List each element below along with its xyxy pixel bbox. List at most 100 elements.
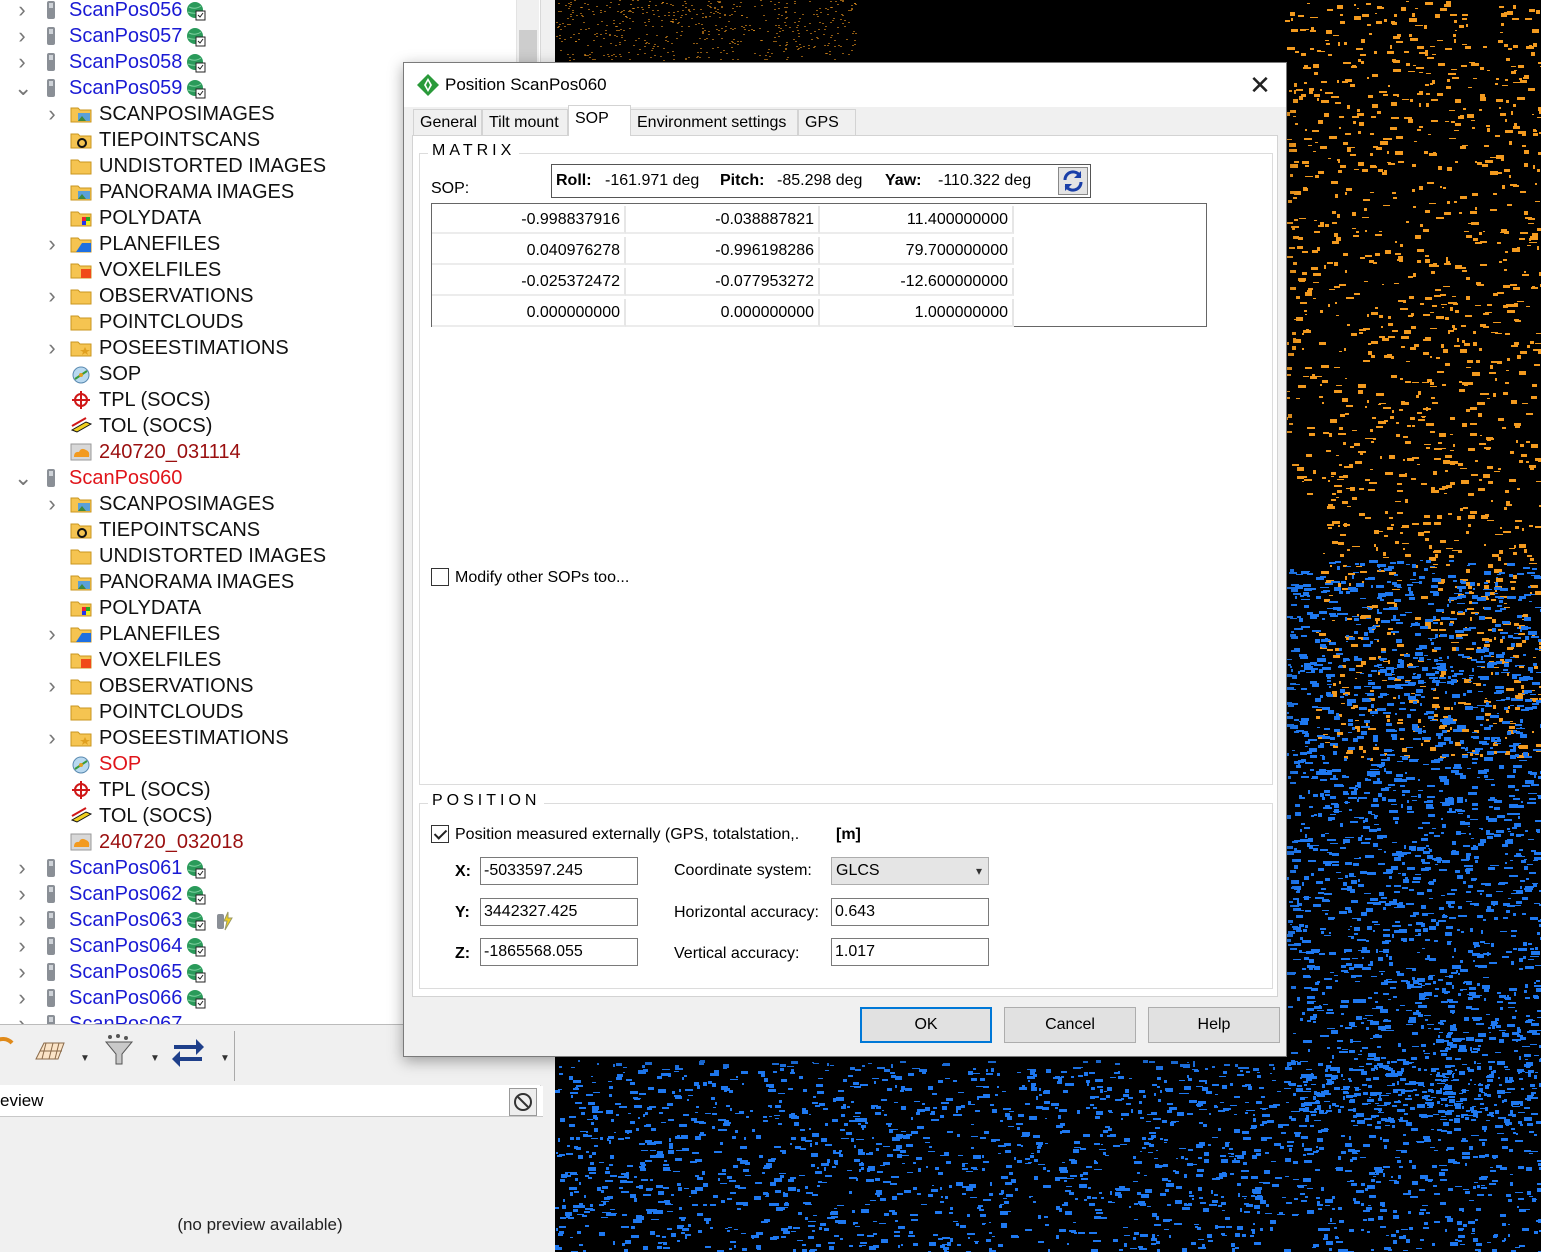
expand-arrow-icon[interactable]: ›	[14, 907, 30, 933]
preview-title: eview	[0, 1091, 44, 1110]
tree-item-label: PLANEFILES	[99, 623, 221, 645]
registered-globe-icon	[186, 1, 206, 21]
position-external-label: Position measured externally (GPS, total…	[455, 826, 800, 843]
matrix-cell[interactable]: -0.025372472	[432, 268, 626, 296]
expand-arrow-icon[interactable]: ›	[44, 621, 60, 647]
grid-dropdown-icon[interactable]: ▼	[80, 1053, 90, 1064]
matrix-cell[interactable]: 1.000000000	[820, 299, 1014, 327]
tree-item-label: ScanPos058	[69, 51, 183, 73]
refresh-angles-button[interactable]	[1058, 167, 1088, 195]
sop-label: SOP:	[431, 180, 470, 197]
folder-icon	[70, 312, 92, 332]
x-input[interactable]: -5033597.245	[480, 857, 638, 885]
registered-globe-icon	[186, 989, 206, 1009]
tab-sop[interactable]: SOP	[568, 105, 631, 136]
collapse-arrow-icon[interactable]: ⌄	[14, 465, 32, 491]
tree-item-label: SCANPOSIMAGES	[99, 103, 275, 125]
scanner-icon	[40, 858, 62, 878]
scanner-icon	[40, 884, 62, 904]
dialog-titlebar[interactable]: Position ScanPos060 ✕	[404, 63, 1286, 107]
expand-arrow-icon[interactable]: ›	[44, 673, 60, 699]
pitch-label: Pitch:	[720, 172, 765, 189]
tree-item-label: TIEPOINTSCANS	[99, 519, 261, 541]
modify-other-sops-label: Modify other SOPs too...	[455, 569, 630, 586]
tree-item[interactable]: › ScanPos056	[0, 0, 516, 23]
matrix-cell[interactable]: -12.600000000	[820, 268, 1014, 296]
ok-button[interactable]: OK	[860, 1007, 992, 1043]
expand-arrow-icon[interactable]: ›	[44, 491, 60, 517]
tab-environment-settings[interactable]: Environment settings	[630, 109, 798, 135]
tree-item-label: SCANPOSIMAGES	[99, 493, 275, 515]
horizontal-accuracy-input[interactable]: 0.643	[831, 898, 989, 926]
expand-arrow-icon[interactable]: ›	[44, 101, 60, 127]
filter-icon[interactable]	[102, 1033, 138, 1069]
folder-icon	[70, 546, 92, 566]
tree-item-label: 240720_032018	[99, 831, 244, 853]
tree-item-label: OBSERVATIONS	[99, 675, 254, 697]
matrix-cell[interactable]: -0.038887821	[626, 206, 820, 234]
tree-item-label: 240720_031114	[99, 441, 241, 463]
expand-arrow-icon[interactable]: ›	[14, 933, 30, 959]
tab-general[interactable]: General	[413, 109, 482, 135]
coordinate-system-select[interactable]: GLCS ▾	[831, 857, 989, 885]
tree-item-label: TPL (SOCS)	[99, 389, 211, 411]
position-dialog: Position ScanPos060 ✕ General Tilt mount…	[403, 62, 1287, 1057]
matrix-cell[interactable]: 0.000000000	[432, 299, 626, 327]
swap-icon[interactable]	[170, 1033, 206, 1069]
planes-icon	[70, 234, 92, 254]
expand-arrow-icon[interactable]: ›	[14, 0, 30, 23]
matrix-cell[interactable]: -0.996198286	[626, 237, 820, 265]
expand-arrow-icon[interactable]: ›	[14, 23, 30, 49]
preview-refresh-icon[interactable]	[509, 1088, 537, 1116]
expand-arrow-icon[interactable]: ›	[14, 985, 30, 1011]
y-input[interactable]: 3442327.425	[480, 898, 638, 926]
collapse-arrow-icon[interactable]: ⌄	[14, 75, 32, 101]
voxel-icon	[70, 650, 92, 670]
expand-arrow-icon[interactable]: ›	[14, 855, 30, 881]
grid-icon[interactable]	[32, 1033, 68, 1069]
registered-globe-icon	[186, 885, 206, 905]
matrix-cell[interactable]: -0.077953272	[626, 268, 820, 296]
expand-arrow-icon[interactable]: ›	[14, 49, 30, 75]
polydata-icon	[70, 208, 92, 228]
help-button[interactable]: Help	[1148, 1007, 1280, 1043]
expand-arrow-icon[interactable]: ›	[14, 1011, 30, 1024]
matrix-cell[interactable]: 79.700000000	[820, 237, 1014, 265]
expand-arrow-icon[interactable]: ›	[14, 881, 30, 907]
expand-arrow-icon[interactable]: ›	[44, 335, 60, 361]
cancel-button[interactable]: Cancel	[1004, 1007, 1136, 1043]
pitch-value: -85.298 deg	[777, 172, 863, 189]
expand-arrow-icon[interactable]: ›	[14, 959, 30, 985]
tab-tilt-mount[interactable]: Tilt mount	[482, 109, 568, 135]
expand-arrow-icon[interactable]: ›	[44, 283, 60, 309]
matrix-cell[interactable]: 11.400000000	[820, 206, 1014, 234]
tree-item[interactable]: › ScanPos057	[0, 23, 516, 49]
folder-icon	[70, 286, 92, 306]
close-icon[interactable]: ✕	[1244, 69, 1276, 101]
swap-dropdown-icon[interactable]: ▼	[220, 1053, 230, 1064]
scanner-bolt-icon	[214, 911, 234, 931]
sop-matrix-table[interactable]: -0.998837916 -0.038887821 11.400000000 0.04…	[431, 203, 1207, 327]
tab-gps[interactable]: GPS	[798, 109, 856, 135]
matrix-cell[interactable]: 0.040976278	[432, 237, 626, 265]
tree-item-label: PANORAMA IMAGES	[99, 181, 295, 203]
modify-other-sops-checkbox[interactable]	[431, 568, 449, 586]
filter-dropdown-icon[interactable]: ▼	[150, 1053, 160, 1064]
tree-item-label: TIEPOINTSCANS	[99, 129, 261, 151]
z-input[interactable]: -1865568.055	[480, 938, 638, 966]
refresh-icon	[1063, 170, 1083, 192]
vertical-accuracy-input[interactable]: 1.017	[831, 938, 989, 966]
matrix-cell[interactable]: 0.000000000	[626, 299, 820, 327]
tpl-icon	[70, 390, 92, 410]
sop-icon	[70, 754, 92, 774]
expand-arrow-icon[interactable]: ›	[44, 231, 60, 257]
scanner-icon	[40, 1014, 62, 1024]
matrix-cell[interactable]: -0.998837916	[432, 206, 626, 234]
rotate-icon[interactable]	[0, 1033, 22, 1069]
folder-star-icon	[70, 728, 92, 748]
tree-item-label: ScanPos066	[69, 987, 183, 1009]
tree-item-label: ScanPos061	[69, 857, 183, 879]
position-external-checkbox[interactable]	[431, 825, 449, 843]
tree-item-label: ScanPos057	[69, 25, 183, 47]
expand-arrow-icon[interactable]: ›	[44, 725, 60, 751]
